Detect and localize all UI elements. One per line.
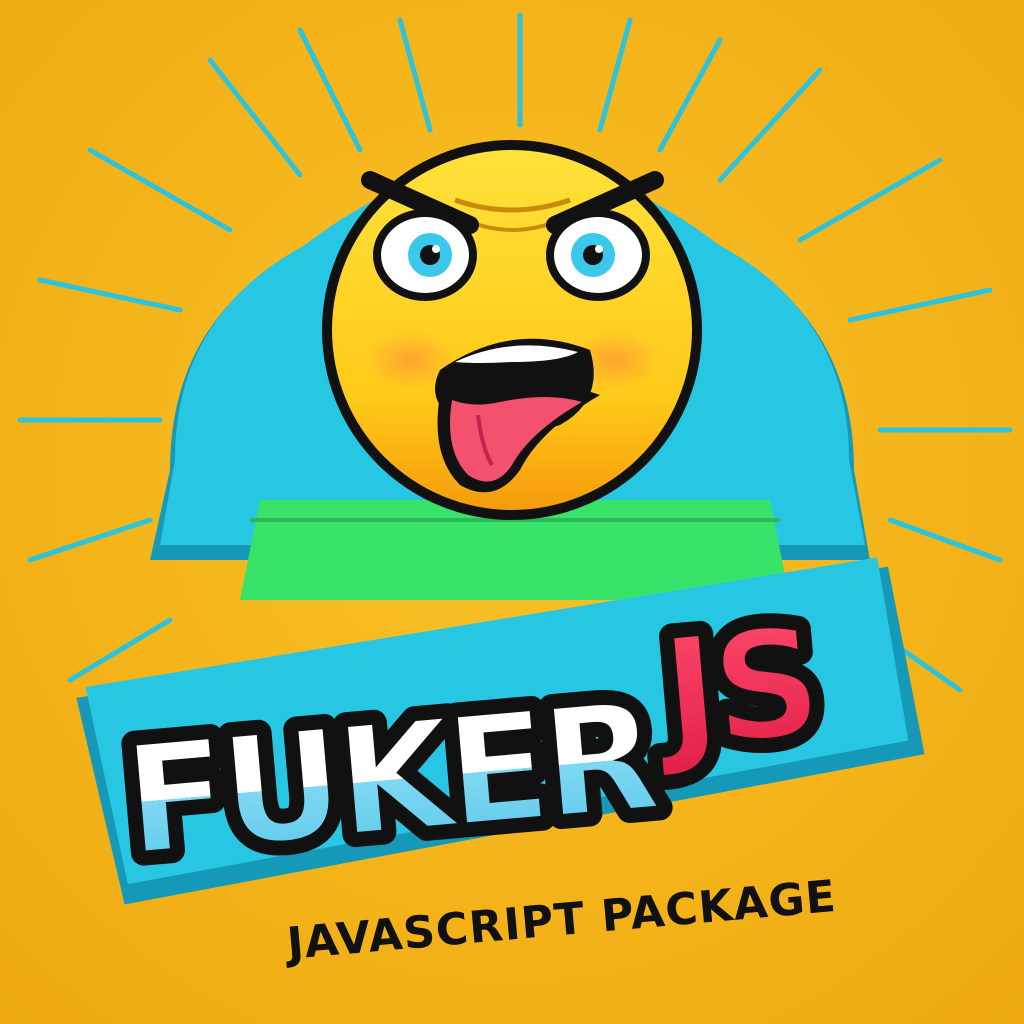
- logo-canvas: FUKER FUKER JS JS JAVASCRIPT PACKAGE: [0, 0, 1024, 1024]
- angry-face-icon: [322, 140, 702, 520]
- logo-artwork: FUKER FUKER JS JS JAVASCRIPT PACKAGE: [17, 12, 1013, 970]
- left-eye: [373, 209, 477, 301]
- tagline: JAVASCRIPT PACKAGE: [282, 871, 839, 970]
- wordmark-js: JS: [647, 596, 822, 783]
- right-eye: [546, 209, 650, 301]
- wordmark: FUKER FUKER JS JS: [76, 557, 925, 905]
